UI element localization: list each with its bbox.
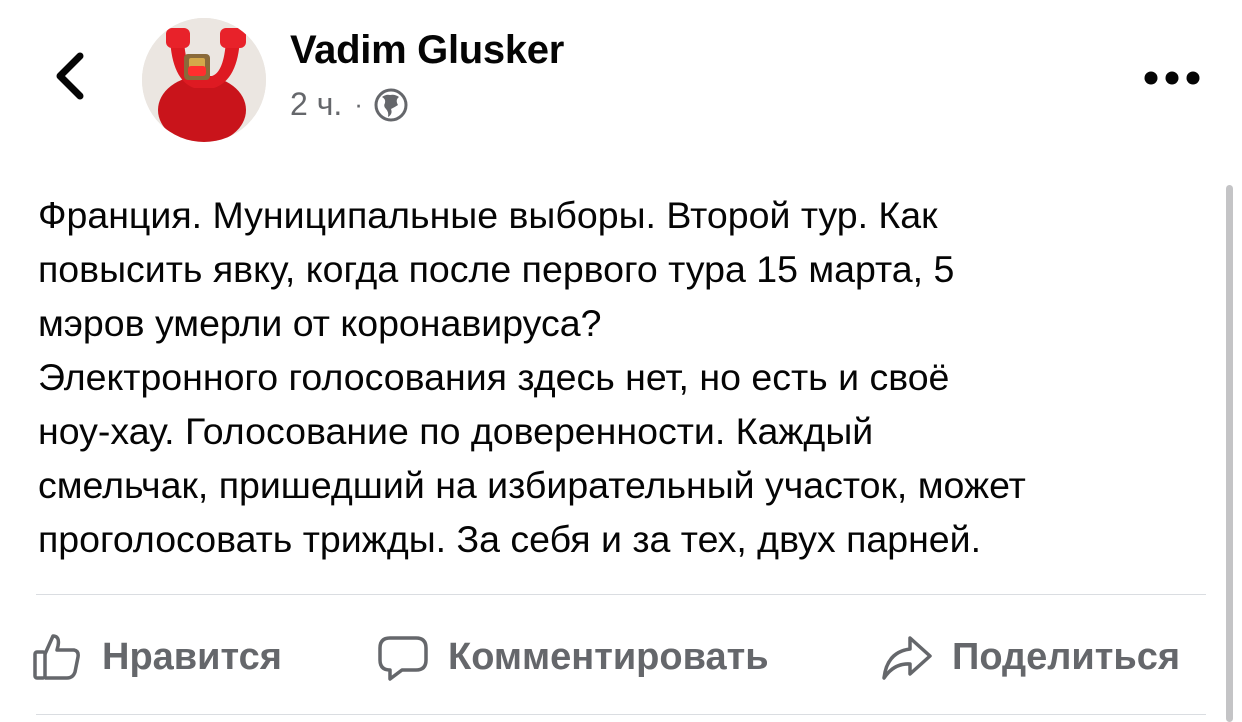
more-horizontal-icon bbox=[1142, 70, 1202, 91]
divider-top bbox=[36, 594, 1206, 595]
globe-icon bbox=[373, 87, 409, 123]
share-label: Поделиться bbox=[952, 635, 1181, 678]
post-text: Франция. Муниципальные выборы. Второй ту… bbox=[38, 194, 1026, 560]
share-button[interactable]: Поделиться bbox=[880, 620, 1180, 694]
back-button[interactable] bbox=[40, 48, 100, 108]
action-bar: Нравится Комментировать Поделиться bbox=[30, 620, 1220, 694]
chevron-left-icon bbox=[50, 50, 90, 107]
scrollbar[interactable] bbox=[1226, 185, 1233, 722]
thumbs-up-icon bbox=[30, 630, 84, 684]
avatar[interactable] bbox=[142, 18, 266, 142]
comment-button[interactable]: Комментировать bbox=[376, 620, 769, 694]
like-label: Нравится bbox=[102, 635, 282, 678]
post-timestamp[interactable]: 2 ч. bbox=[290, 86, 342, 123]
share-arrow-icon bbox=[880, 630, 934, 684]
like-button[interactable]: Нравится bbox=[30, 620, 282, 694]
comment-label: Комментировать bbox=[448, 635, 769, 678]
meta-separator: · bbox=[354, 89, 363, 119]
comment-bubble-icon bbox=[376, 630, 430, 684]
divider-bottom bbox=[36, 714, 1206, 715]
author-name[interactable]: Vadim Glusker bbox=[290, 28, 564, 73]
post-meta: 2 ч. · bbox=[290, 86, 409, 123]
more-options-button[interactable] bbox=[1140, 60, 1204, 100]
